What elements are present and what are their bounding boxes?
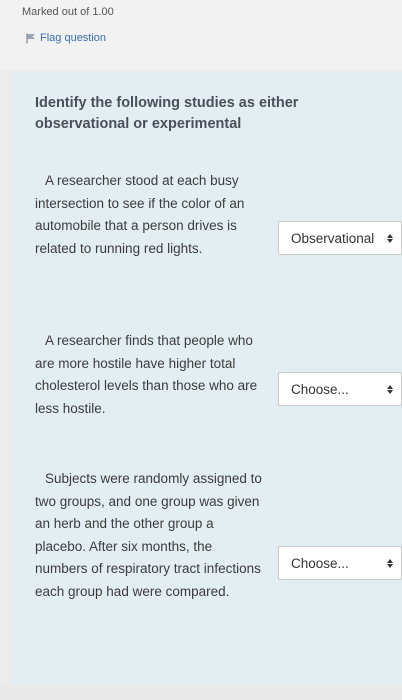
up-down-arrows-icon	[385, 233, 395, 243]
up-down-arrows-icon	[385, 384, 395, 394]
up-down-arrows-icon	[385, 558, 395, 568]
answer-select-1[interactable]: Observational	[278, 221, 402, 255]
question-stem-1: A researcher stood at each busy intersec…	[35, 173, 245, 256]
question-title: Identify the following studies as either…	[35, 95, 299, 132]
flag-question-label: Flag question	[40, 32, 107, 44]
question-stem-3: Subjects were randomly assigned to two g…	[35, 471, 262, 599]
flag-question-link[interactable]: Flag question	[26, 32, 106, 44]
page-footer-strip	[0, 686, 402, 700]
question-info: Marked out of 1.00 Flag question	[0, 0, 402, 70]
question-panel: Identify the following studies as either…	[12, 72, 402, 684]
answer-select-3[interactable]: Choose...	[278, 546, 402, 580]
question-stem-2: A researcher finds that people who are m…	[35, 333, 258, 416]
flag-icon	[26, 33, 36, 44]
marked-out-of: Marked out of 1.00	[22, 6, 114, 18]
answer-select-2[interactable]: Choose...	[278, 372, 402, 406]
answer-select-3-value: Choose...	[291, 555, 349, 571]
answer-select-2-value: Choose...	[291, 381, 349, 397]
answer-select-1-value: Observational	[291, 230, 375, 246]
